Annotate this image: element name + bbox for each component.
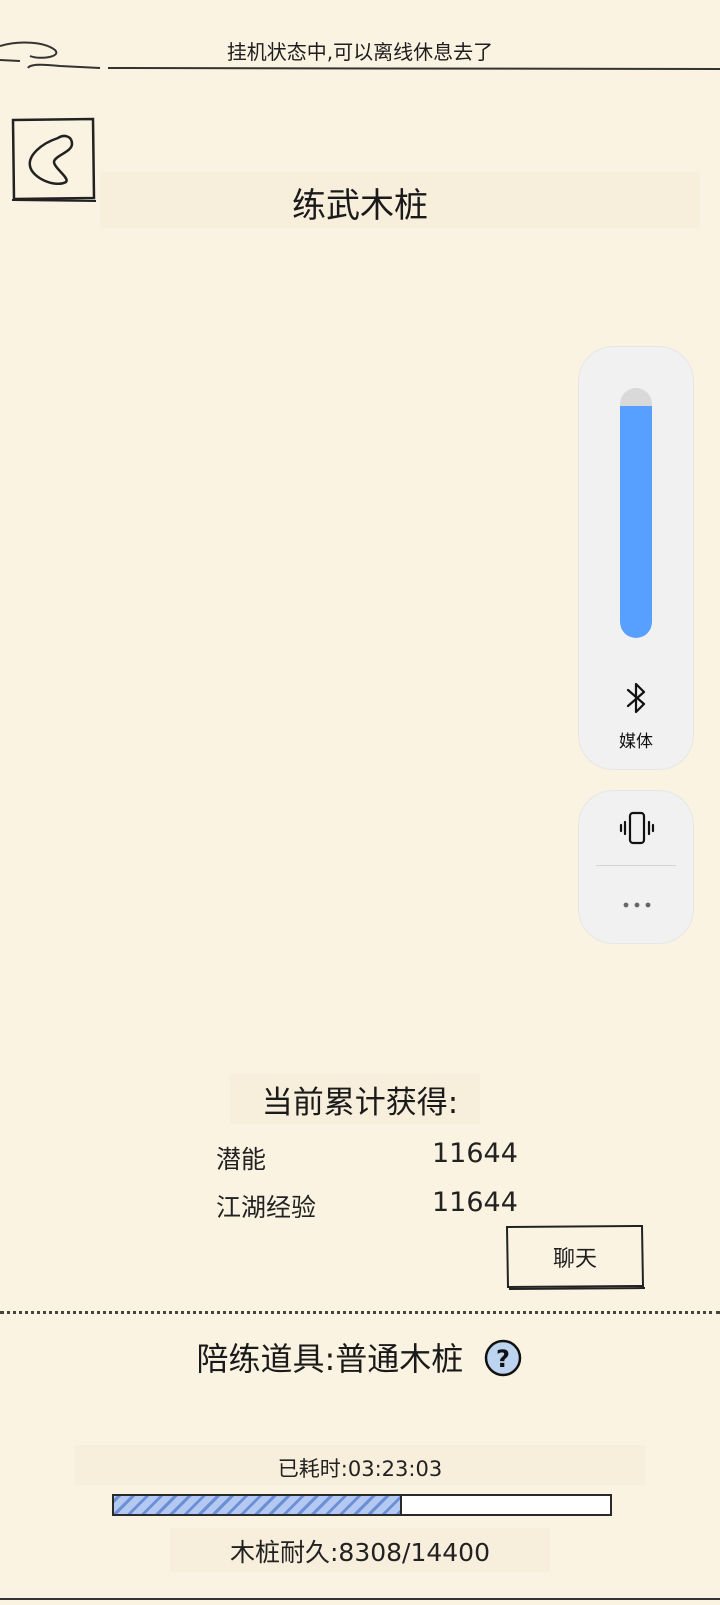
- page-title: 练武木桩: [292, 186, 428, 226]
- chat-button-label: 聊天: [552, 1247, 597, 1272]
- question-icon[interactable]: ?: [483, 1338, 523, 1378]
- durability-text: 木桩耐久:8308/14400: [230, 1538, 490, 1567]
- chat-button[interactable]: 聊天: [505, 1224, 645, 1290]
- practice-tool-row: 陪练道具:普通木桩 ?: [0, 1334, 720, 1381]
- reward-value-potential: 11644: [432, 1138, 518, 1169]
- volume-level-fill: [620, 405, 652, 638]
- more-icon[interactable]: [618, 898, 656, 912]
- sound-panel-divider: [596, 865, 676, 866]
- elapsed-value: 03:23:03: [347, 1457, 443, 1481]
- reward-value-experience: 11644: [432, 1187, 518, 1218]
- bottom-border: [0, 1598, 720, 1600]
- durability-progress-fill: [114, 1496, 403, 1514]
- rewards-heading: 当前累计获得:: [261, 1085, 459, 1121]
- practice-tool-label: 陪练道具:: [196, 1340, 336, 1378]
- status-message: 挂机状态中,可以离线休息去了: [226, 40, 494, 64]
- reward-name-experience: 江湖经验: [216, 1193, 317, 1222]
- bluetooth-icon: [626, 682, 646, 714]
- reward-name-potential: 潜能: [216, 1145, 267, 1174]
- svg-text:?: ?: [497, 1345, 511, 1373]
- elapsed-time: 已耗时:03:23:03: [0, 1453, 720, 1483]
- elapsed-label: 已耗时:: [277, 1457, 348, 1481]
- practice-tool-name: 普通木桩: [335, 1340, 464, 1378]
- volume-slider[interactable]: [620, 388, 652, 638]
- vibrate-icon[interactable]: [618, 810, 656, 846]
- media-label: 媒体: [619, 732, 653, 752]
- section-divider: [0, 1311, 720, 1314]
- durability-progress-bar: [112, 1494, 612, 1516]
